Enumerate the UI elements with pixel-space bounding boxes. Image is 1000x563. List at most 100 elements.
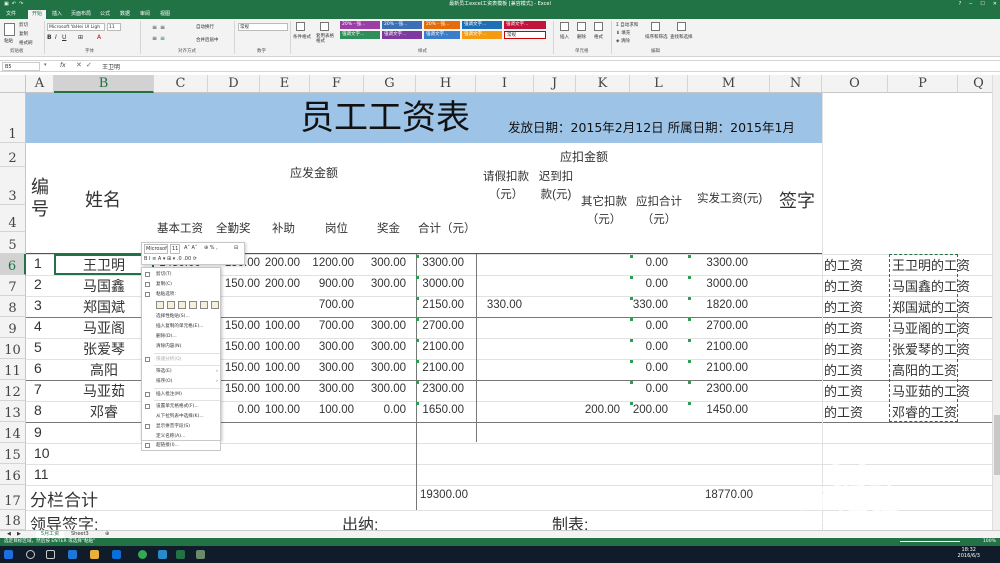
cancel-icon[interactable]: ✕ <box>76 61 82 69</box>
add-sheet-icon[interactable]: ⊕ <box>100 531 114 538</box>
cell-total[interactable]: 3300.00 <box>416 257 464 269</box>
paste-formulas-icon[interactable] <box>178 301 186 309</box>
cell-no[interactable]: 1 <box>34 255 46 271</box>
cell-o[interactable]: 的工资 <box>824 255 886 274</box>
cell-name[interactable]: 郑国斌 <box>54 297 154 317</box>
cell-total[interactable]: 3000.00 <box>416 278 464 290</box>
sheet-title[interactable]: 员工工资表 <box>300 96 470 140</box>
column-header[interactable]: D <box>208 75 260 93</box>
vertical-scrollbar[interactable] <box>992 75 1000 530</box>
zoom-level[interactable]: 100% <box>983 538 996 546</box>
scrollbar-thumb[interactable] <box>994 415 1000 475</box>
column-header[interactable]: C <box>154 75 208 93</box>
menu-item-filter[interactable]: 筛选(E) › <box>142 367 222 376</box>
cut-button[interactable]: 剪切 <box>19 22 28 28</box>
cell-net[interactable]: 2700.00 <box>688 320 748 332</box>
cell-award[interactable]: 300.00 <box>364 362 406 374</box>
row-header[interactable]: 12 <box>0 380 26 401</box>
cell-name[interactable]: 高阳 <box>54 360 154 380</box>
column-header[interactable]: H <box>416 75 476 93</box>
column-header[interactable]: B <box>54 75 154 93</box>
column-header[interactable]: I <box>476 75 534 93</box>
cell-subsidy[interactable]: 100.00 <box>260 404 300 416</box>
style-chip[interactable]: 强调文字… <box>340 31 380 39</box>
col-deduct-total-header[interactable]: 应扣合计（元） <box>634 193 684 229</box>
style-chip[interactable]: 强调文字… <box>382 31 422 39</box>
sort-filter-button[interactable]: 排序和筛选 <box>645 34 668 40</box>
paste-transpose-icon[interactable] <box>189 301 197 309</box>
find-select-button[interactable]: 查找和选择 <box>670 34 693 40</box>
format-cells-button[interactable]: 格式 <box>594 34 603 40</box>
col-bonus-header[interactable]: 全勤奖 <box>216 220 251 236</box>
cell-deduct[interactable]: 0.00 <box>630 341 668 353</box>
paste-format-icon[interactable] <box>200 301 208 309</box>
column-header[interactable]: N <box>770 75 822 93</box>
tab-insert[interactable]: 插入 <box>48 10 66 18</box>
paste-icon[interactable] <box>4 23 15 36</box>
row-header[interactable]: 5 <box>0 232 26 254</box>
cell-total[interactable]: 2100.00 <box>416 362 464 374</box>
menu-item-delete[interactable]: 删除(D)... <box>142 332 222 341</box>
column-header[interactable]: K <box>576 75 630 93</box>
row-header[interactable]: 1 <box>0 93 26 143</box>
mini-size-select[interactable]: 11 <box>170 244 180 254</box>
mini-grow-font-icon[interactable]: A˄ A˅ <box>184 244 197 252</box>
column-header[interactable]: G <box>364 75 416 93</box>
excel-icon[interactable] <box>176 550 185 559</box>
menu-item-clear[interactable]: 清除内容(N) <box>142 342 222 351</box>
tab-data[interactable]: 数据 <box>116 10 134 18</box>
column-header[interactable]: O <box>822 75 888 93</box>
font-color-icon[interactable]: A <box>97 34 101 41</box>
menu-item-pick-list[interactable]: 从下拉列表中选择(K)... <box>142 412 222 421</box>
cell-total[interactable]: 2700.00 <box>416 320 464 332</box>
empty-row-number[interactable]: 9 <box>34 424 42 440</box>
cell-award[interactable]: 0.00 <box>364 404 406 416</box>
cell-o[interactable]: 的工资 <box>824 297 886 316</box>
delete-cells-button[interactable]: 删除 <box>577 34 586 40</box>
summary-total[interactable]: 19300.00 <box>420 489 468 501</box>
row-header[interactable]: 8 <box>0 296 26 317</box>
cell-name[interactable]: 马国鑫 <box>54 276 154 296</box>
cell-name[interactable]: 邓睿 <box>54 402 154 422</box>
cell-net[interactable]: 2100.00 <box>688 341 748 353</box>
conditional-format-button[interactable]: 条件格式 <box>293 34 311 40</box>
align-top-icon[interactable]: ≡ <box>152 24 157 31</box>
cell-post[interactable]: 700.00 <box>310 320 354 332</box>
tab-formulas[interactable]: 公式 <box>96 10 114 18</box>
bold-button[interactable]: B <box>47 34 52 41</box>
cell-net[interactable]: 2300.00 <box>688 383 748 395</box>
app-icon[interactable] <box>158 550 167 559</box>
row-header[interactable]: 18 <box>0 510 26 530</box>
cell-no[interactable]: 3 <box>34 297 46 313</box>
paste-link-icon[interactable] <box>211 301 219 309</box>
empty-row-number[interactable]: 10 <box>34 445 50 461</box>
cell-post[interactable]: 300.00 <box>310 341 354 353</box>
cell-no[interactable]: 2 <box>34 276 46 292</box>
menu-item-quick-analysis[interactable]: 快速分析(Q) <box>142 355 222 364</box>
zoom-slider[interactable] <box>900 541 960 542</box>
cell-deduct[interactable]: 0.00 <box>630 383 668 395</box>
cell-deduct[interactable]: 0.00 <box>630 257 668 269</box>
col-number-header[interactable]: 编号 <box>30 176 50 220</box>
cell-award[interactable]: 300.00 <box>364 320 406 332</box>
cell-total[interactable]: 2300.00 <box>416 383 464 395</box>
row-header[interactable]: 6 <box>0 254 26 275</box>
cell-post[interactable]: 700.00 <box>310 299 354 311</box>
chrome-icon[interactable] <box>138 550 147 559</box>
cell-subsidy[interactable]: 200.00 <box>260 257 300 269</box>
cell-o[interactable]: 的工资 <box>824 381 886 400</box>
tab-file[interactable]: 文件 <box>2 10 20 18</box>
cell-other[interactable]: 200.00 <box>576 404 620 416</box>
tab-page-layout[interactable]: 页面布局 <box>67 10 95 18</box>
format-painter-button[interactable]: 格式刷 <box>19 40 33 46</box>
cell-post[interactable]: 100.00 <box>310 404 354 416</box>
minimize-button[interactable]: ─ <box>969 0 972 9</box>
edge-icon[interactable] <box>68 550 77 559</box>
mini-format-row[interactable]: B I ≡ A ▾ ⊞ ▾ .0 .00 ⟳ <box>144 255 197 263</box>
format-table-icon[interactable] <box>320 22 329 31</box>
payable-header[interactable]: 应发金额 <box>290 164 338 181</box>
style-chip[interactable]: 20% - 强… <box>340 21 380 29</box>
cell-post[interactable]: 1200.00 <box>310 257 354 269</box>
cell-post[interactable]: 300.00 <box>310 383 354 395</box>
style-chip[interactable]: 20% - 强… <box>382 21 422 29</box>
